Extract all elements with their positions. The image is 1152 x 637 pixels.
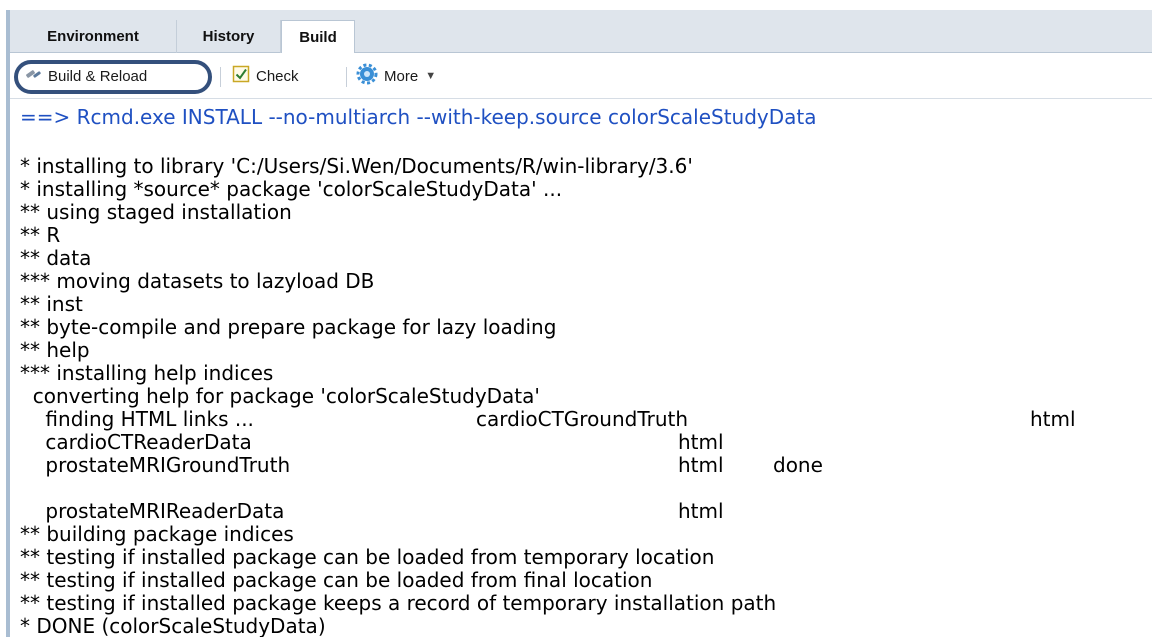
- toolbar-divider: [346, 67, 347, 87]
- console-line: ** data: [20, 246, 92, 270]
- console-line: ** R: [20, 223, 61, 247]
- toolbar-divider: [220, 67, 221, 87]
- console-line: * DONE (colorScaleStudyData): [20, 614, 326, 637]
- gear-icon: [356, 63, 378, 89]
- hammer-icon: [24, 65, 42, 87]
- console-line: ** testing if installed package can be l…: [20, 545, 715, 569]
- help-row-topic: prostateMRIGroundTruth: [20, 453, 291, 477]
- help-row-status: html: [678, 453, 724, 477]
- console-line: ** byte-compile and prepare package for …: [20, 315, 557, 339]
- help-row-status: html: [678, 430, 724, 454]
- help-row-status: html: [1030, 407, 1076, 431]
- help-row-topic: prostateMRIReaderData: [20, 499, 285, 523]
- console-command-line: ==> Rcmd.exe INSTALL --no-multiarch --wi…: [20, 105, 817, 129]
- build-console-output: ==> Rcmd.exe INSTALL --no-multiarch --wi…: [20, 100, 1152, 637]
- help-row-text: finding HTML links ...: [20, 407, 254, 431]
- console-line: * installing to library 'C:/Users/Si.Wen…: [20, 154, 693, 178]
- console-line: ** inst: [20, 292, 83, 316]
- console-line: ** help: [20, 338, 90, 362]
- console-line: ** testing if installed package keeps a …: [20, 591, 777, 615]
- more-label: More: [384, 67, 419, 85]
- tab-history[interactable]: History: [177, 20, 281, 53]
- check-button[interactable]: Check: [232, 53, 299, 99]
- help-row-topic: cardioCTGroundTruth: [476, 407, 689, 431]
- tab-environment[interactable]: Environment: [10, 20, 177, 53]
- console-line: ** using staged installation: [20, 200, 292, 224]
- console-line: ** building package indices: [20, 522, 294, 546]
- build-reload-button[interactable]: Build & Reload: [24, 53, 147, 99]
- pane-tab-bar: Environment History Build: [10, 10, 1152, 54]
- build-toolbar: Build & Reload Check More ▼: [10, 53, 1152, 99]
- console-line: converting help for package 'colorScaleS…: [20, 384, 540, 408]
- build-reload-label: Build & Reload: [48, 67, 148, 85]
- check-label: Check: [256, 67, 299, 85]
- pane-left-border: [6, 10, 10, 637]
- tab-build[interactable]: Build: [281, 20, 355, 54]
- help-row-status: html: [678, 499, 724, 523]
- console-line: *** installing help indices: [20, 361, 274, 385]
- checkbox-icon: [232, 65, 250, 87]
- help-row-done: done: [773, 453, 823, 477]
- console-line: * installing *source* package 'colorScal…: [20, 177, 563, 201]
- chevron-down-icon: ▼: [425, 70, 437, 82]
- more-button[interactable]: More ▼: [356, 53, 436, 99]
- help-row-topic: cardioCTReaderData: [20, 430, 252, 454]
- console-line: ** testing if installed package can be l…: [20, 568, 653, 592]
- console-line: *** moving datasets to lazyload DB: [20, 269, 375, 293]
